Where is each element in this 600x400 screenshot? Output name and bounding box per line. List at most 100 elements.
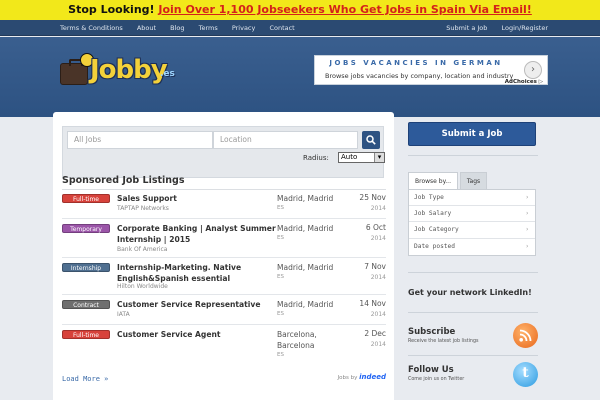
ad-text: Browse jobs vacancies by company, locati… <box>325 72 514 80</box>
nav-about[interactable]: About <box>137 24 156 32</box>
divider <box>408 272 538 273</box>
chevron-right-icon: › <box>525 226 529 234</box>
header: Jobby .es JOBS VACANCIES IN GERMAN Brows… <box>0 37 600 117</box>
job-company: IATA <box>117 311 130 318</box>
subscribe-title: Subscribe <box>408 327 456 337</box>
job-title[interactable]: Internship-Marketing. Native English&Spa… <box>117 262 277 284</box>
promo-bar: Stop Looking! Join Over 1,100 Jobseekers… <box>0 0 600 20</box>
twitter-icon[interactable]: t <box>513 362 538 387</box>
ad-title: JOBS VACANCIES IN GERMAN <box>329 59 503 67</box>
chevron-right-icon: › <box>525 210 529 218</box>
radius-select[interactable]: Auto <box>338 152 385 163</box>
promo-link[interactable]: Join Over 1,100 Jobseekers Who Get Jobs … <box>158 3 531 16</box>
location-input[interactable]: Location <box>213 131 358 149</box>
job-location: Madrid, Madrid <box>277 300 334 309</box>
job-date: 7 Nov <box>364 262 386 271</box>
search-button[interactable] <box>362 131 380 149</box>
jobs-by-indeed[interactable]: Jobs by indeed <box>338 373 387 381</box>
browse-item-label: Job Type <box>414 194 444 201</box>
job-country: ES <box>277 311 284 317</box>
job-country: ES <box>277 352 284 358</box>
job-type-badge: Contract <box>62 300 110 309</box>
job-company: TAPTAP Networks <box>117 205 169 212</box>
job-row[interactable]: Contract Customer Service Representative… <box>62 296 386 325</box>
browse-item-label: Date posted <box>414 242 455 250</box>
job-title[interactable]: Sales Support <box>117 193 277 204</box>
nav-terms-conditions[interactable]: Terms & Conditions <box>60 24 123 32</box>
nav-terms[interactable]: Terms <box>199 24 218 32</box>
divider <box>408 355 538 356</box>
tab-browse-by[interactable]: Browse by... <box>408 172 458 189</box>
job-type-badge: Temporary <box>62 224 110 233</box>
job-date: 25 Nov <box>359 193 386 202</box>
job-location: Madrid, Madrid <box>277 224 334 233</box>
divider <box>408 312 538 313</box>
browse-item-label: Job Salary <box>414 210 452 218</box>
job-row[interactable]: Temporary Corporate Banking | Analyst Su… <box>62 220 386 258</box>
browse-item-label: Job Category <box>414 226 459 234</box>
job-company: Hilton Worldwide <box>117 283 168 290</box>
job-company: Bank Of America <box>117 246 168 253</box>
browse-item-job-category[interactable]: Job Category › <box>409 222 535 239</box>
job-row[interactable]: Internship Internship-Marketing. Native … <box>62 259 386 295</box>
main-panel: All Jobs Location Radius: Auto Sponsored… <box>53 112 394 400</box>
job-year: 2014 <box>370 235 386 242</box>
job-type-badge: Full-time <box>62 194 110 203</box>
browse-item-date-posted[interactable]: Date posted › <box>409 239 535 255</box>
logo-brand: Jobby <box>90 55 168 85</box>
job-location: Madrid, Madrid <box>277 263 334 272</box>
job-year: 2014 <box>370 341 386 348</box>
job-year: 2014 <box>370 205 386 212</box>
job-title[interactable]: Customer Service Representative <box>117 299 277 310</box>
chevron-right-icon[interactable]: › <box>524 61 542 79</box>
job-date: 14 Nov <box>359 299 386 308</box>
follow-title: Follow Us <box>408 365 454 375</box>
browse-item-job-type[interactable]: Job Type › <box>409 190 535 207</box>
job-year: 2014 <box>370 311 386 318</box>
section-heading: Sponsored Job Listings <box>62 175 185 186</box>
subscribe-subtitle: Receive the latest job listings <box>408 339 479 344</box>
nav-blog[interactable]: Blog <box>170 24 184 32</box>
linkedin-heading: Get your network LinkedIn! <box>408 288 532 297</box>
chevron-right-icon: › <box>525 194 529 201</box>
search-box: All Jobs Location Radius: Auto <box>62 126 385 178</box>
rss-glyph <box>519 329 532 342</box>
job-type-badge: Full-time <box>62 330 110 339</box>
rss-icon[interactable] <box>513 323 538 348</box>
job-type-badge: Internship <box>62 263 110 272</box>
job-row[interactable]: Full-time Sales Support TAPTAP Networks … <box>62 190 386 219</box>
job-country: ES <box>277 235 284 241</box>
chevron-right-icon: › <box>525 242 529 250</box>
nav-login-register[interactable]: Login/Register <box>502 24 549 32</box>
nav-contact[interactable]: Contact <box>269 24 294 32</box>
load-more-link[interactable]: Load More » <box>62 375 108 383</box>
indeed-logo: indeed <box>359 373 386 381</box>
nav-privacy[interactable]: Privacy <box>232 24 256 32</box>
tab-tags[interactable]: Tags <box>460 172 487 189</box>
nav-submit-job[interactable]: Submit a Job <box>446 24 487 32</box>
browse-item-job-salary[interactable]: Job Salary › <box>409 206 535 223</box>
job-row[interactable]: Full-time Customer Service Agent Barcelo… <box>62 326 386 366</box>
jobs-search-input[interactable]: All Jobs <box>67 131 213 149</box>
ad-banner[interactable]: JOBS VACANCIES IN GERMAN Browse jobs vac… <box>314 55 548 85</box>
job-country: ES <box>277 205 284 211</box>
submit-job-button[interactable]: Submit a Job <box>408 122 536 146</box>
follow-subtitle: Come join us on Twitter <box>408 377 465 382</box>
job-title[interactable]: Customer Service Agent <box>117 329 277 340</box>
job-year: 2014 <box>370 274 386 281</box>
job-date: 6 Oct <box>365 223 386 232</box>
adchoices-label[interactable]: AdChoices ▷ <box>505 79 543 85</box>
twitter-glyph: t <box>522 365 529 381</box>
radius-label: Radius: <box>303 154 329 162</box>
job-location: Barcelona, Barcelona <box>277 330 317 350</box>
jobs-by-label: Jobs by <box>337 375 358 381</box>
job-title[interactable]: Corporate Banking | Analyst Summer Inter… <box>117 223 277 245</box>
logo-tld: .es <box>160 69 175 79</box>
search-icon <box>366 135 376 145</box>
promo-lead: Stop Looking! <box>68 3 155 16</box>
divider <box>408 155 538 156</box>
job-date: 2 Dec <box>364 329 386 338</box>
site-logo[interactable]: Jobby .es <box>60 51 176 89</box>
browse-list: Job Type › Job Salary › Job Category › Date… <box>408 189 536 256</box>
job-country: ES <box>277 274 284 280</box>
